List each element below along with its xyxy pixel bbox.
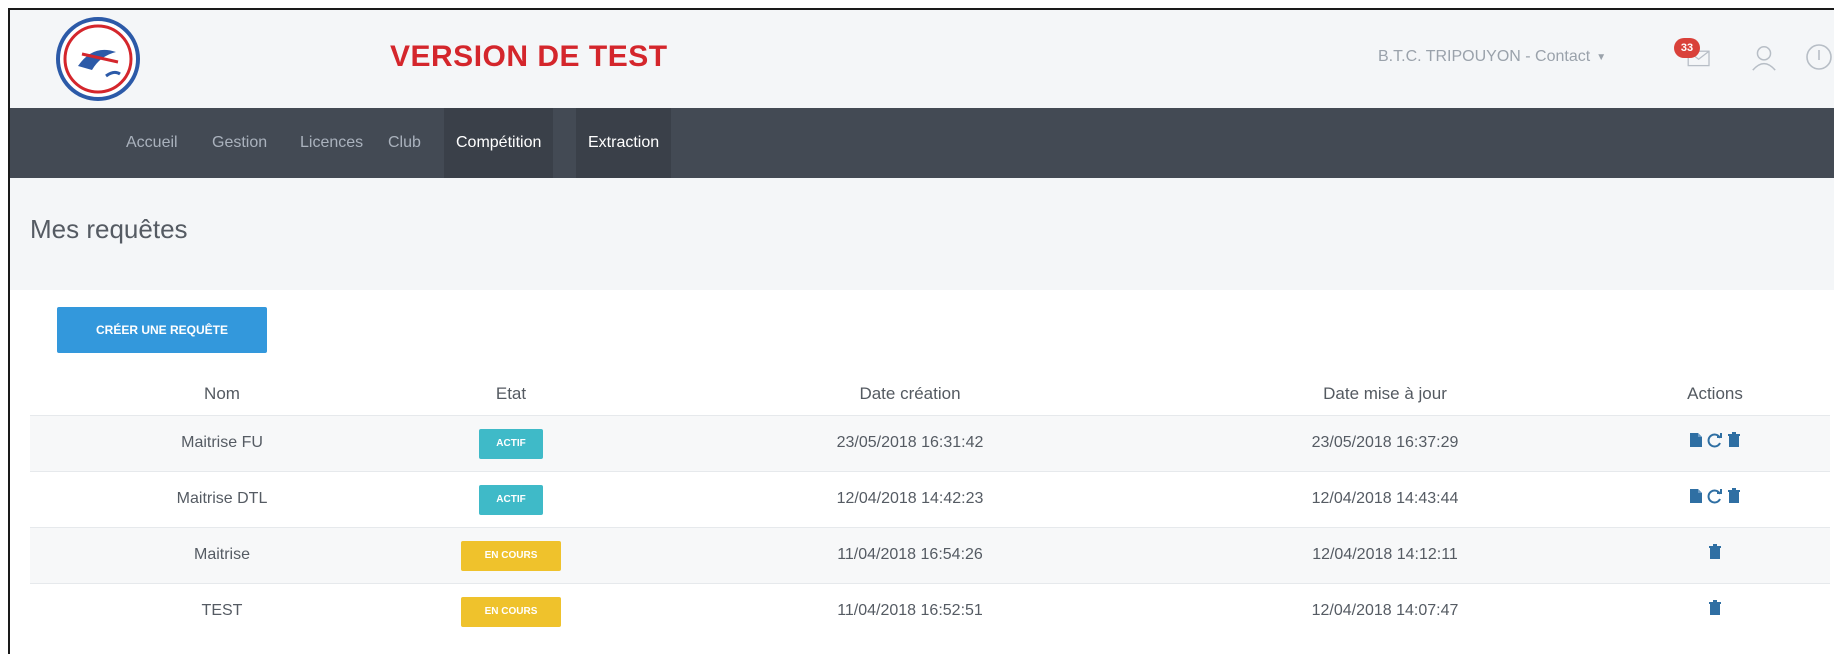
column-header-date-creation: Date création: [859, 384, 961, 403]
cell-nom: Maitrise FU: [181, 434, 263, 451]
column-header-nom: Nom: [204, 384, 240, 403]
chevron-down-icon: ▼: [1596, 51, 1607, 63]
column-header-actions: Actions: [1687, 384, 1743, 403]
cell-date-creation: 11/04/2018 16:54:26: [837, 546, 983, 563]
column-header-etat: Etat: [495, 384, 527, 403]
logout-icon[interactable]: [1804, 42, 1834, 72]
nav-item-extraction[interactable]: Extraction: [576, 108, 672, 178]
main-navbar: Accueil Gestion Licences Club Compétitio…: [10, 108, 1834, 178]
create-request-button[interactable]: CRÉER UNE REQUÊTE: [57, 307, 267, 353]
cell-nom: Maitrise DTL: [176, 490, 268, 507]
contact-label: B.T.C. TRIPOUYON - Contact: [1378, 48, 1591, 65]
cell-nom: Maitrise: [193, 546, 251, 563]
page-header: Mes requêtes: [10, 178, 1834, 290]
cell-date-maj: 12/04/2018 14:07:47: [1311, 602, 1459, 619]
row-actions: [1689, 488, 1741, 504]
nav-item-licences[interactable]: Licences: [292, 108, 371, 178]
user-icon[interactable]: [1750, 44, 1778, 72]
status-badge: EN COURS: [461, 541, 561, 571]
contact-dropdown[interactable]: B.T.C. TRIPOUYON - Contact ▼: [1378, 48, 1606, 66]
notification-badge: 33: [1674, 38, 1700, 58]
cell-nom: TEST: [201, 602, 243, 619]
fftb-logo-icon[interactable]: [48, 14, 148, 104]
file-icon[interactable]: [1689, 488, 1703, 504]
top-header: VERSION DE TEST B.T.C. TRIPOUYON - Conta…: [10, 10, 1834, 108]
nav-item-gestion[interactable]: Gestion: [204, 108, 275, 178]
page-title: Mes requêtes: [30, 214, 188, 244]
table-row: TEST EN COURS 11/04/2018 16:52:51 12/04/…: [30, 583, 1830, 640]
status-badge: EN COURS: [461, 597, 561, 627]
column-header-date-maj: Date mise à jour: [1323, 384, 1447, 403]
table-row: Maitrise FU ACTIF 23/05/2018 16:31:42 23…: [30, 415, 1830, 472]
status-badge: ACTIF: [479, 485, 543, 515]
cell-date-creation: 23/05/2018 16:31:42: [836, 434, 984, 451]
version-banner: VERSION DE TEST: [390, 40, 668, 73]
cell-date-maj: 23/05/2018 16:37:29: [1311, 434, 1459, 451]
app-window: VERSION DE TEST B.T.C. TRIPOUYON - Conta…: [8, 8, 1834, 654]
table-row: Maitrise EN COURS 11/04/2018 16:54:26 12…: [30, 527, 1830, 584]
mail-button[interactable]: 33: [1674, 38, 1718, 74]
row-actions: [1708, 544, 1722, 560]
cell-date-creation: 11/04/2018 16:52:51: [837, 602, 983, 619]
trash-icon[interactable]: [1727, 488, 1741, 504]
table-row: Maitrise DTL ACTIF 12/04/2018 14:42:23 1…: [30, 471, 1830, 528]
file-icon[interactable]: [1689, 432, 1703, 448]
status-badge: ACTIF: [479, 429, 543, 459]
refresh-icon[interactable]: [1707, 488, 1723, 504]
nav-item-competition[interactable]: Compétition: [444, 108, 554, 178]
trash-icon[interactable]: [1727, 432, 1741, 448]
cell-date-maj: 12/04/2018 14:43:44: [1311, 490, 1459, 507]
row-actions: [1689, 432, 1741, 448]
nav-item-club[interactable]: Club: [380, 108, 429, 178]
row-actions: [1708, 600, 1722, 616]
cell-date-creation: 12/04/2018 14:42:23: [836, 490, 984, 507]
trash-icon[interactable]: [1708, 544, 1722, 560]
nav-item-accueil[interactable]: Accueil: [118, 108, 186, 178]
refresh-icon[interactable]: [1707, 432, 1723, 448]
cell-date-maj: 12/04/2018 14:12:11: [1312, 546, 1458, 563]
trash-icon[interactable]: [1708, 600, 1722, 616]
